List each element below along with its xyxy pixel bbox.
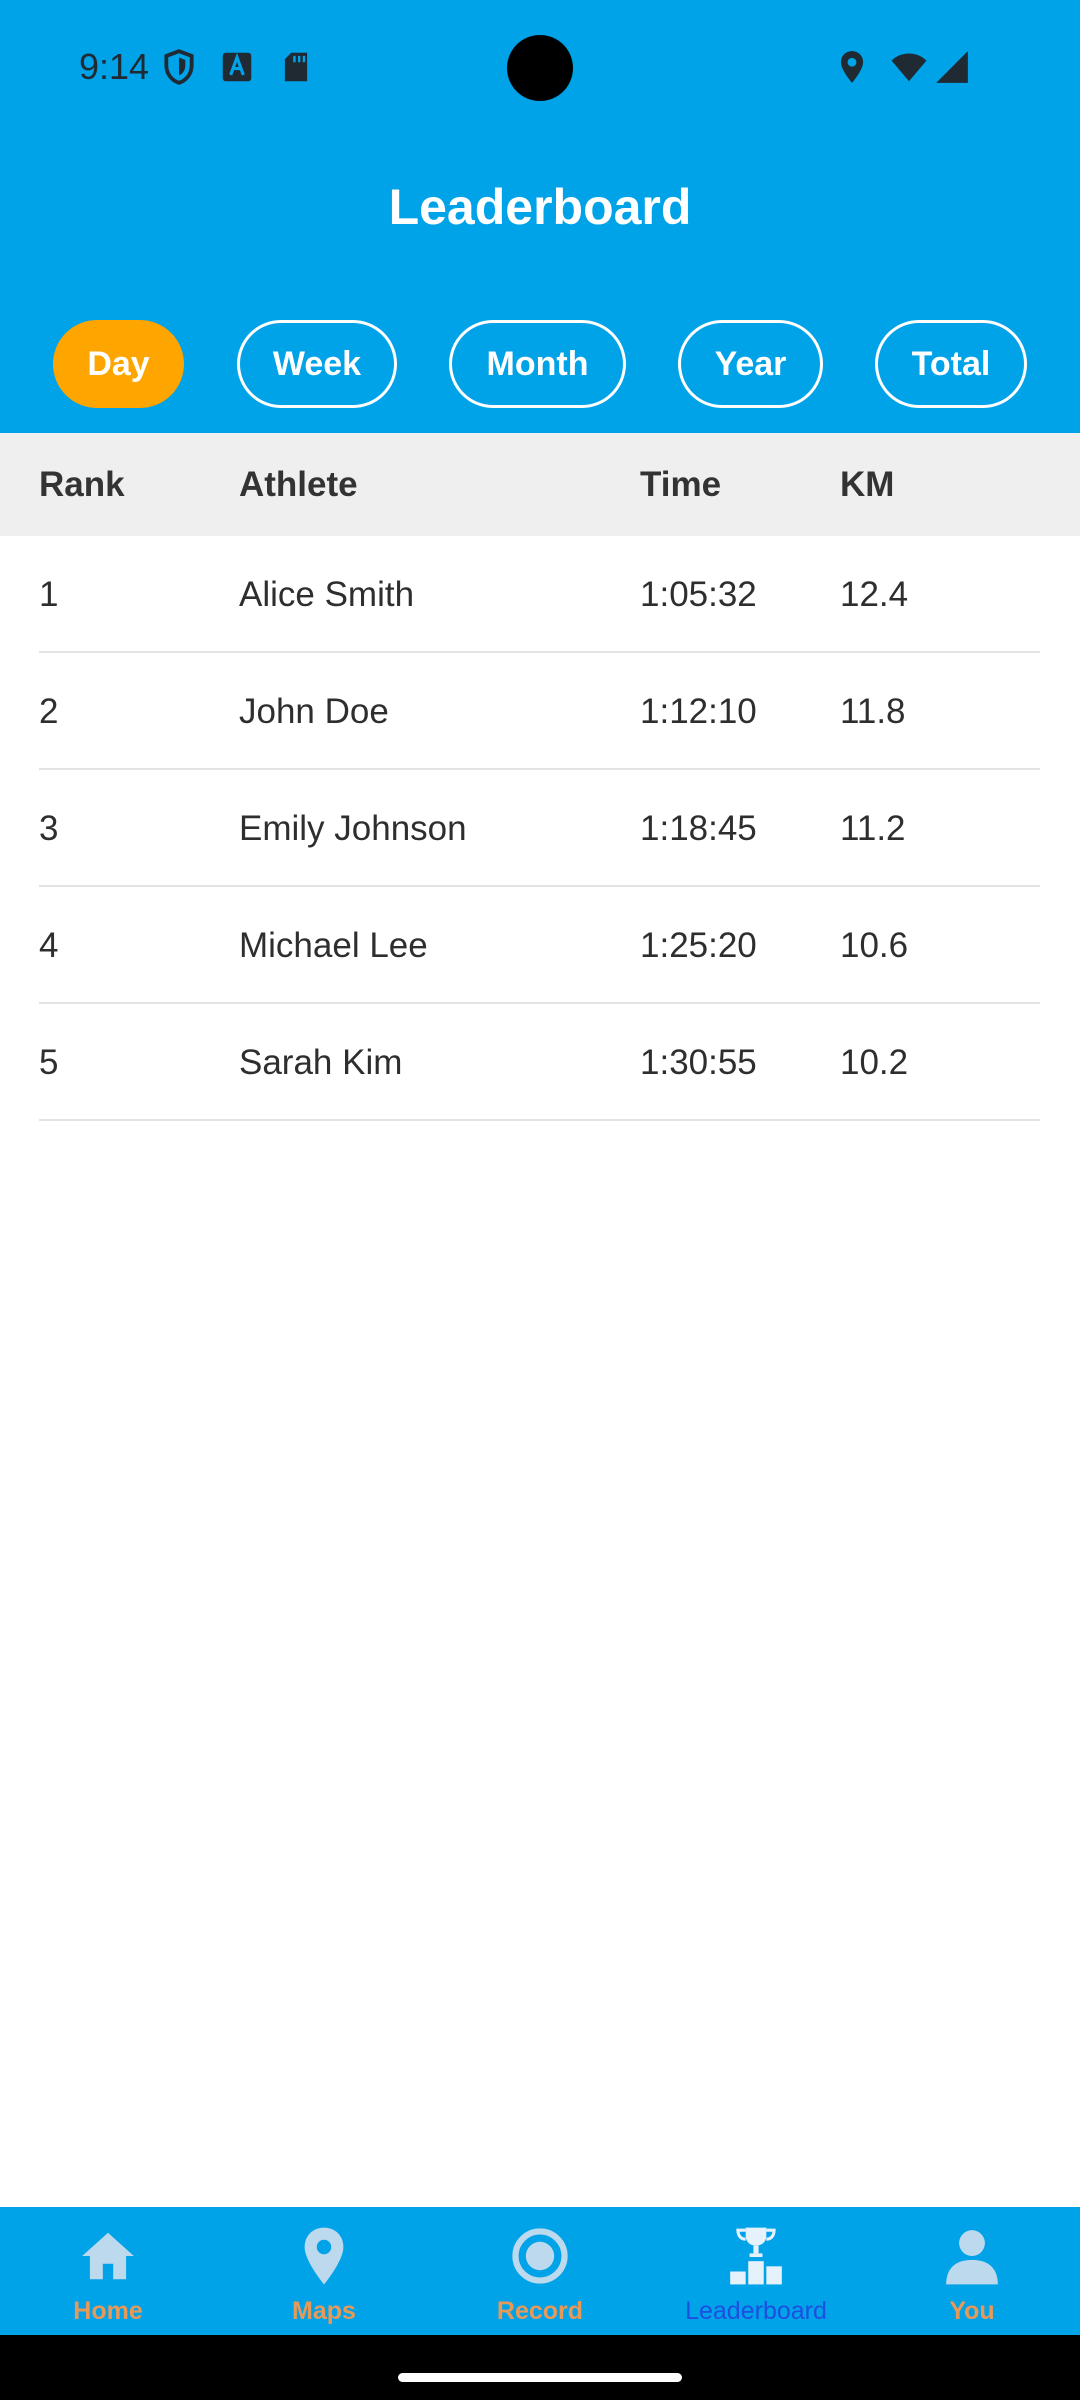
- time-cell: 1:05:32: [640, 575, 757, 614]
- location-icon: [840, 51, 864, 83]
- nav-record[interactable]: Record: [432, 2207, 648, 2335]
- km-cell: 12.4: [840, 575, 909, 614]
- filter-year[interactable]: Year: [678, 320, 823, 408]
- map-pin-icon: [304, 2227, 344, 2285]
- font-a-icon: [222, 52, 252, 82]
- sd-card-icon: [284, 52, 308, 82]
- row-divider: [39, 1119, 1040, 1121]
- nav-leaderboard[interactable]: Leaderboard: [648, 2207, 864, 2335]
- home-icon: [82, 2232, 134, 2280]
- athlete-cell: Emily Johnson: [239, 809, 467, 848]
- table-header: Rank Athlete Time KM: [0, 433, 1080, 536]
- status-bar: 9:14: [0, 0, 1080, 136]
- km-cell: 11.2: [840, 809, 906, 848]
- home-gesture-handle[interactable]: [398, 2373, 682, 2382]
- column-header-time: Time: [640, 465, 722, 504]
- system-navigation-bar: [0, 2335, 1080, 2400]
- rank-cell: 2: [39, 692, 59, 731]
- nav-label: Leaderboard: [685, 2297, 827, 2325]
- app-header: 9:14 Leaderboard Day Week Month Year Tot…: [0, 0, 1080, 433]
- time-cell: 1:18:45: [640, 809, 757, 848]
- bottom-navigation: Home Maps Record Leaderboard You: [0, 2207, 1080, 2335]
- column-header-rank: Rank: [39, 465, 125, 504]
- rank-cell: 5: [39, 1043, 59, 1082]
- shield-icon: [164, 49, 194, 85]
- page-title: Leaderboard: [388, 179, 692, 235]
- km-cell: 10.6: [840, 926, 909, 965]
- leaderboard-table: 1 Alice Smith 1:05:32 12.4 2 John Doe 1:…: [0, 536, 1080, 1121]
- front-camera: [507, 35, 573, 101]
- km-cell: 10.2: [840, 1043, 909, 1082]
- status-time: 9:14: [79, 46, 150, 87]
- athlete-cell: Alice Smith: [239, 575, 415, 614]
- table-row[interactable]: 1 Alice Smith 1:05:32 12.4: [0, 536, 1080, 653]
- rank-cell: 4: [39, 926, 59, 965]
- table-row[interactable]: 3 Emily Johnson 1:18:45 11.2: [0, 770, 1080, 887]
- column-header-km: KM: [840, 465, 895, 504]
- table-row[interactable]: 2 John Doe 1:12:10 11.8: [0, 653, 1080, 770]
- athlete-cell: Sarah Kim: [239, 1043, 403, 1082]
- table-row[interactable]: 5 Sarah Kim 1:30:55 10.2: [0, 1004, 1080, 1121]
- nav-label: Home: [73, 2297, 143, 2325]
- podium-trophy-icon: [730, 2227, 782, 2285]
- rank-cell: 3: [39, 809, 59, 848]
- filter-month[interactable]: Month: [449, 320, 626, 408]
- person-icon: [946, 2230, 998, 2285]
- athlete-cell: John Doe: [239, 692, 389, 731]
- wifi-icon: [891, 53, 927, 82]
- time-cell: 1:12:10: [640, 692, 757, 731]
- period-filter: Day Week Month Year Total: [0, 320, 1080, 408]
- column-header-athlete: Athlete: [239, 465, 358, 504]
- nav-label: Record: [496, 2297, 584, 2325]
- rank-cell: 1: [39, 575, 59, 614]
- time-cell: 1:25:20: [640, 926, 757, 965]
- nav-maps[interactable]: Maps: [216, 2207, 432, 2335]
- table-row[interactable]: 4 Michael Lee 1:25:20 10.6: [0, 887, 1080, 1004]
- filter-day[interactable]: Day: [53, 320, 184, 408]
- record-icon: [512, 2228, 568, 2284]
- time-cell: 1:30:55: [640, 1043, 757, 1082]
- filter-total[interactable]: Total: [875, 320, 1027, 408]
- km-cell: 11.8: [840, 692, 906, 731]
- nav-label: You: [949, 2297, 995, 2325]
- signal-icon: [936, 51, 968, 83]
- filter-week[interactable]: Week: [237, 320, 397, 408]
- nav-home[interactable]: Home: [0, 2207, 216, 2335]
- athlete-cell: Michael Lee: [239, 926, 428, 965]
- nav-label: Maps: [292, 2297, 356, 2325]
- nav-you[interactable]: You: [864, 2207, 1080, 2335]
